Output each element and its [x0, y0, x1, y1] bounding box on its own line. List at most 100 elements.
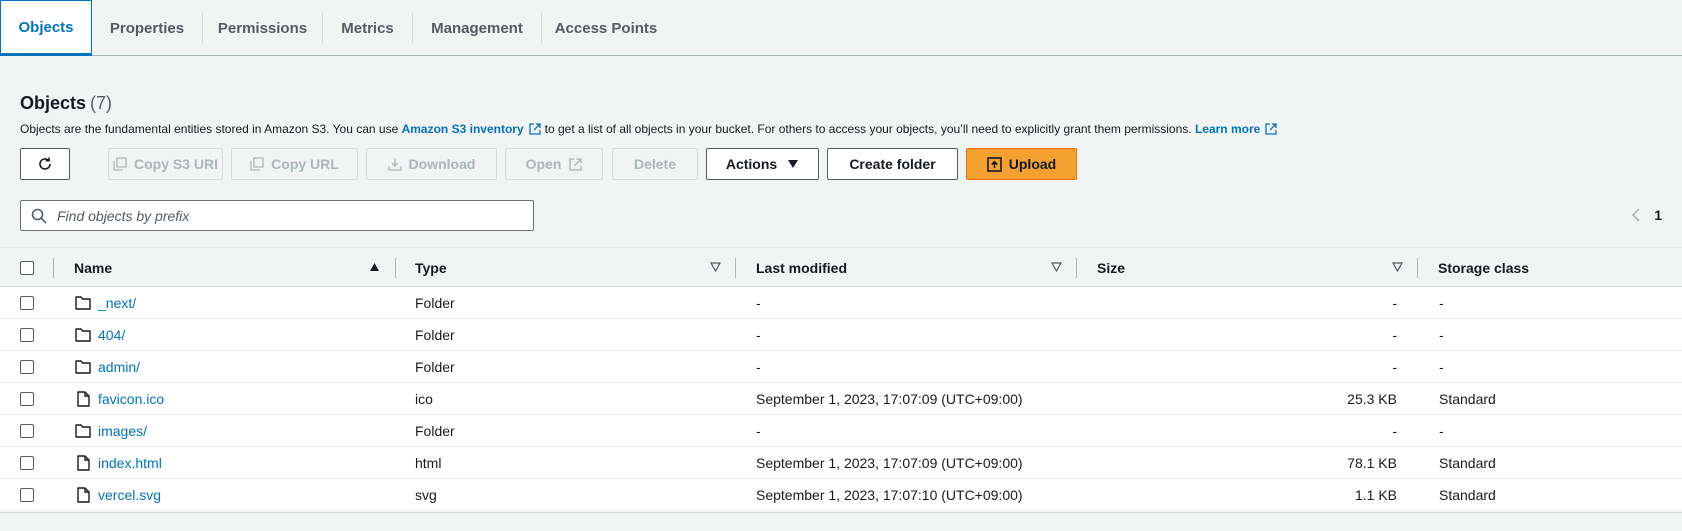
- table-row[interactable]: _next/Folder - - -: [0, 287, 1682, 319]
- object-name-link[interactable]: images/: [98, 415, 147, 447]
- copy-icon: [113, 157, 127, 171]
- folder-icon: [74, 351, 92, 383]
- object-last-modified: -: [756, 327, 761, 343]
- tab-access-points[interactable]: Access Points: [542, 0, 670, 56]
- actions-dropdown[interactable]: Actions: [706, 148, 819, 180]
- row-checkbox-cell: [20, 415, 34, 447]
- button-label: Copy URL: [271, 156, 339, 172]
- tab-bar: Objects Properties Permissions Metrics M…: [0, 0, 1682, 56]
- object-name-link[interactable]: _next/: [98, 287, 136, 319]
- caret-down-icon: [788, 160, 799, 168]
- tab-management[interactable]: Management: [413, 0, 541, 56]
- header-type[interactable]: Type: [415, 248, 447, 288]
- upload-button[interactable]: Upload: [966, 148, 1077, 180]
- object-last-modified: -: [756, 359, 761, 375]
- sort-icon[interactable]: [1051, 262, 1062, 272]
- header-storage-class[interactable]: Storage class: [1438, 248, 1529, 288]
- object-name-link[interactable]: admin/: [98, 351, 140, 383]
- tab-properties[interactable]: Properties: [92, 0, 202, 56]
- column-divider: [395, 258, 396, 278]
- object-storage-class: -: [1439, 295, 1444, 311]
- tab-label: Metrics: [341, 19, 394, 37]
- row-checkbox[interactable]: [20, 456, 34, 470]
- external-link-icon: [528, 123, 541, 135]
- delete-button[interactable]: Delete: [612, 148, 698, 180]
- object-size: 1.1 KB: [1354, 487, 1397, 503]
- table-row[interactable]: images/Folder - - -: [0, 415, 1682, 447]
- refresh-button[interactable]: [20, 148, 70, 180]
- row-checkbox-cell: [20, 287, 34, 319]
- learn-more-link[interactable]: Learn more: [1195, 122, 1260, 136]
- header-last-modified[interactable]: Last modified: [756, 248, 847, 288]
- search-box: [20, 200, 534, 231]
- select-all-checkbox[interactable]: [20, 261, 34, 275]
- table-row[interactable]: 404/Folder - - -: [0, 319, 1682, 351]
- description: Objects are the fundamental entities sto…: [20, 122, 1281, 136]
- column-divider: [53, 258, 54, 278]
- object-name-link[interactable]: 404/: [98, 319, 125, 351]
- table-row[interactable]: favicon.ico ico September 1, 2023, 17:07:0…: [0, 383, 1682, 415]
- objects-panel: Objects (7) Objects are the fundamental e…: [0, 71, 1682, 513]
- table-row[interactable]: vercel.svg svg September 1, 2023, 17:07:10…: [0, 479, 1682, 511]
- header-name[interactable]: Name: [74, 248, 112, 288]
- row-checkbox[interactable]: [20, 392, 34, 406]
- button-label: Delete: [633, 156, 677, 172]
- page-number[interactable]: 1: [1654, 207, 1662, 223]
- title-text: Objects: [20, 93, 87, 113]
- object-type: svg: [415, 487, 437, 503]
- column-divider: [1076, 258, 1077, 278]
- row-checkbox[interactable]: [20, 488, 34, 502]
- folder-icon: [74, 415, 92, 447]
- row-checkbox[interactable]: [20, 424, 34, 438]
- tab-objects[interactable]: Objects: [0, 0, 92, 56]
- open-button[interactable]: Open: [505, 148, 603, 180]
- tab-label: Objects: [18, 18, 74, 36]
- object-last-modified: -: [756, 295, 761, 311]
- object-last-modified: September 1, 2023, 17:07:10 (UTC+09:00): [756, 487, 1023, 503]
- object-name-link[interactable]: index.html: [98, 447, 162, 479]
- object-storage-class: Standard: [1439, 391, 1496, 407]
- folder-icon: [74, 319, 92, 351]
- select-all-checkbox-cell: [20, 248, 34, 288]
- tab-permissions[interactable]: Permissions: [203, 0, 322, 56]
- tab-label: Permissions: [217, 19, 308, 37]
- row-checkbox[interactable]: [20, 328, 34, 342]
- row-checkbox[interactable]: [20, 360, 34, 374]
- description-text: Objects are the fundamental entities sto…: [20, 122, 399, 136]
- object-last-modified: September 1, 2023, 17:07:09 (UTC+09:00): [756, 391, 1023, 407]
- chevron-left-icon[interactable]: [1631, 208, 1640, 222]
- button-label: Copy S3 URI: [133, 156, 218, 172]
- row-checkbox-cell: [20, 479, 34, 511]
- object-type: ico: [415, 391, 433, 407]
- column-divider: [735, 258, 736, 278]
- external-link-icon: [1265, 123, 1277, 135]
- button-label: Actions: [725, 156, 778, 172]
- bottom-bar: [0, 512, 1682, 531]
- table-row[interactable]: index.html html September 1, 2023, 17:07:0…: [0, 447, 1682, 479]
- object-last-modified: September 1, 2023, 17:07:09 (UTC+09:00): [756, 455, 1023, 471]
- copy-s3-uri-button[interactable]: Copy S3 URI: [108, 148, 223, 180]
- sort-icon[interactable]: [710, 262, 721, 272]
- folder-icon: [74, 287, 92, 319]
- object-name-link[interactable]: vercel.svg: [98, 479, 161, 511]
- object-name-link[interactable]: favicon.ico: [98, 383, 164, 415]
- inventory-link[interactable]: Amazon S3 inventory: [402, 122, 524, 136]
- object-size: -: [1392, 295, 1397, 311]
- object-storage-class: -: [1439, 423, 1444, 439]
- create-folder-button[interactable]: Create folder: [827, 148, 958, 180]
- header-size[interactable]: Size: [1097, 248, 1125, 288]
- tab-metrics[interactable]: Metrics: [323, 0, 412, 56]
- row-checkbox[interactable]: [20, 296, 34, 310]
- search-input[interactable]: [57, 207, 527, 224]
- file-icon: [74, 479, 92, 511]
- page-title: Objects (7): [20, 93, 112, 114]
- copy-url-button[interactable]: Copy URL: [231, 148, 358, 180]
- button-label: Open: [525, 156, 562, 172]
- object-type: Folder: [415, 295, 455, 311]
- sort-icon[interactable]: [1392, 262, 1403, 272]
- table-row[interactable]: admin/Folder - - -: [0, 351, 1682, 383]
- description-text-2: to get a list of all objects in your buc…: [544, 122, 1192, 136]
- file-icon: [74, 447, 92, 479]
- sort-ascending-icon[interactable]: [369, 262, 380, 272]
- download-button[interactable]: Download: [366, 148, 497, 180]
